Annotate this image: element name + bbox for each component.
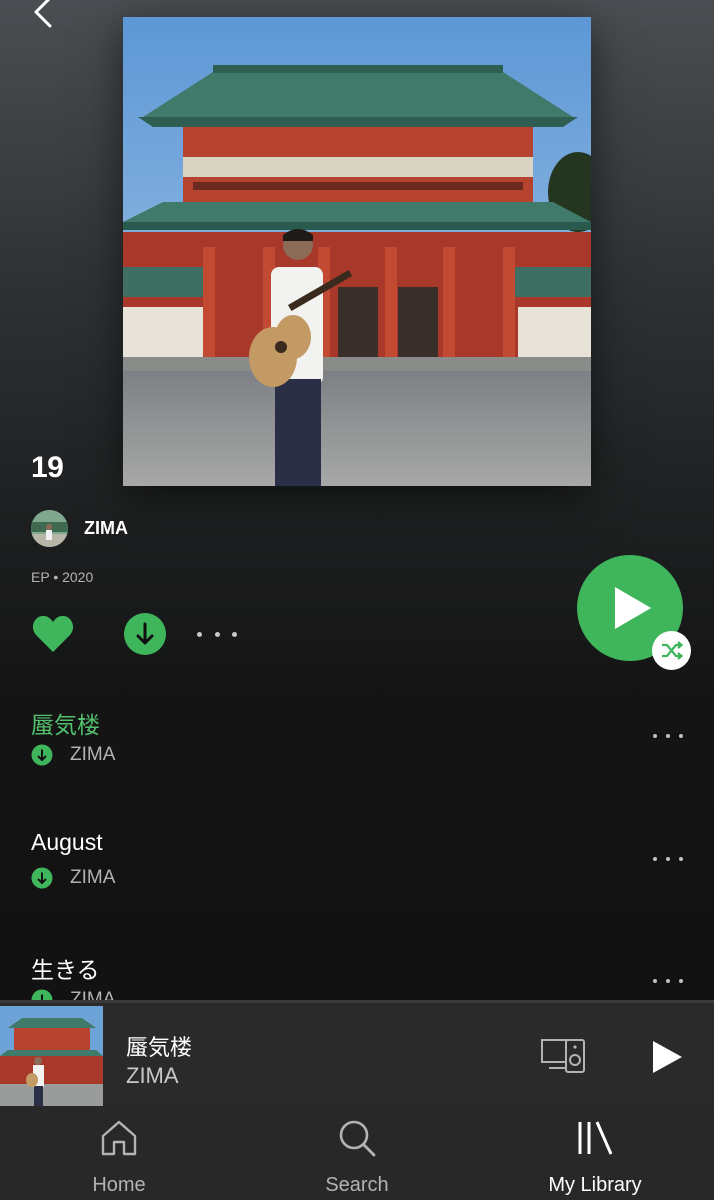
more-horizontal-icon	[653, 734, 657, 738]
nav-library-label: My Library	[548, 1174, 642, 1196]
devices-icon	[541, 1039, 585, 1073]
album-cover	[123, 17, 591, 486]
album-meta: EP • 2020	[31, 569, 94, 585]
more-horizontal-icon	[197, 631, 202, 637]
more-horizontal-icon	[653, 857, 657, 861]
play-icon	[653, 1041, 682, 1073]
shuffle-icon	[662, 641, 684, 660]
downloaded-icon	[31, 867, 53, 889]
album-title: 19	[31, 451, 64, 484]
bottom-nav: Home Search My Library	[0, 1106, 714, 1200]
track-title: 蜃気楼	[31, 712, 100, 738]
shuffle-button[interactable]	[652, 631, 691, 670]
now-playing-artist: ZIMA	[126, 1063, 179, 1088]
album-screen: 19 ZIMA EP • 2020 蜃気楼 ZIMA August ZIMA 生…	[0, 0, 714, 1200]
mini-player[interactable]: 蜃気楼 ZIMA	[0, 1000, 714, 1109]
track-title: 生きる	[31, 957, 100, 983]
artist-avatar-image	[31, 509, 68, 547]
now-playing-cover-image	[0, 1006, 103, 1109]
track-sub: ZIMA	[31, 744, 115, 766]
play-icon	[615, 587, 651, 629]
more-options-button[interactable]	[197, 624, 237, 644]
like-button[interactable]	[31, 614, 75, 654]
nav-home-label: Home	[92, 1174, 146, 1196]
download-button[interactable]	[123, 612, 167, 656]
download-icon	[124, 613, 166, 655]
track-title: August	[31, 829, 103, 855]
track-row[interactable]: 蜃気楼 ZIMA	[31, 706, 691, 776]
nav-search[interactable]: Search	[238, 1106, 476, 1200]
search-icon	[337, 1118, 377, 1158]
more-horizontal-icon	[653, 979, 657, 983]
now-playing-title[interactable]: 蜃気楼	[126, 1030, 192, 1062]
home-icon	[99, 1118, 139, 1158]
track-row[interactable]: August ZIMA	[31, 829, 691, 899]
track-more-button[interactable]	[653, 979, 683, 985]
chevron-left-icon	[34, 0, 52, 28]
library-icon	[575, 1118, 615, 1158]
nav-library[interactable]: My Library	[476, 1106, 714, 1200]
track-sub: ZIMA	[31, 867, 115, 889]
back-button[interactable]	[28, 0, 62, 34]
now-playing-cover	[0, 1006, 103, 1109]
nav-home[interactable]: Home	[0, 1106, 238, 1200]
mini-play-button[interactable]	[650, 1039, 684, 1075]
devices-button[interactable]	[540, 1037, 586, 1075]
artist-row[interactable]: ZIMA	[31, 509, 128, 547]
artist-name[interactable]: ZIMA	[84, 518, 128, 539]
nav-search-label: Search	[325, 1174, 389, 1196]
action-bar	[31, 612, 237, 656]
track-more-button[interactable]	[653, 734, 683, 740]
track-artist: ZIMA	[70, 867, 116, 888]
track-artist: ZIMA	[70, 744, 116, 765]
album-cover-image	[123, 17, 591, 486]
downloaded-icon	[31, 744, 53, 766]
track-more-button[interactable]	[653, 857, 683, 863]
heart-icon	[32, 615, 74, 652]
avatar	[31, 509, 68, 547]
